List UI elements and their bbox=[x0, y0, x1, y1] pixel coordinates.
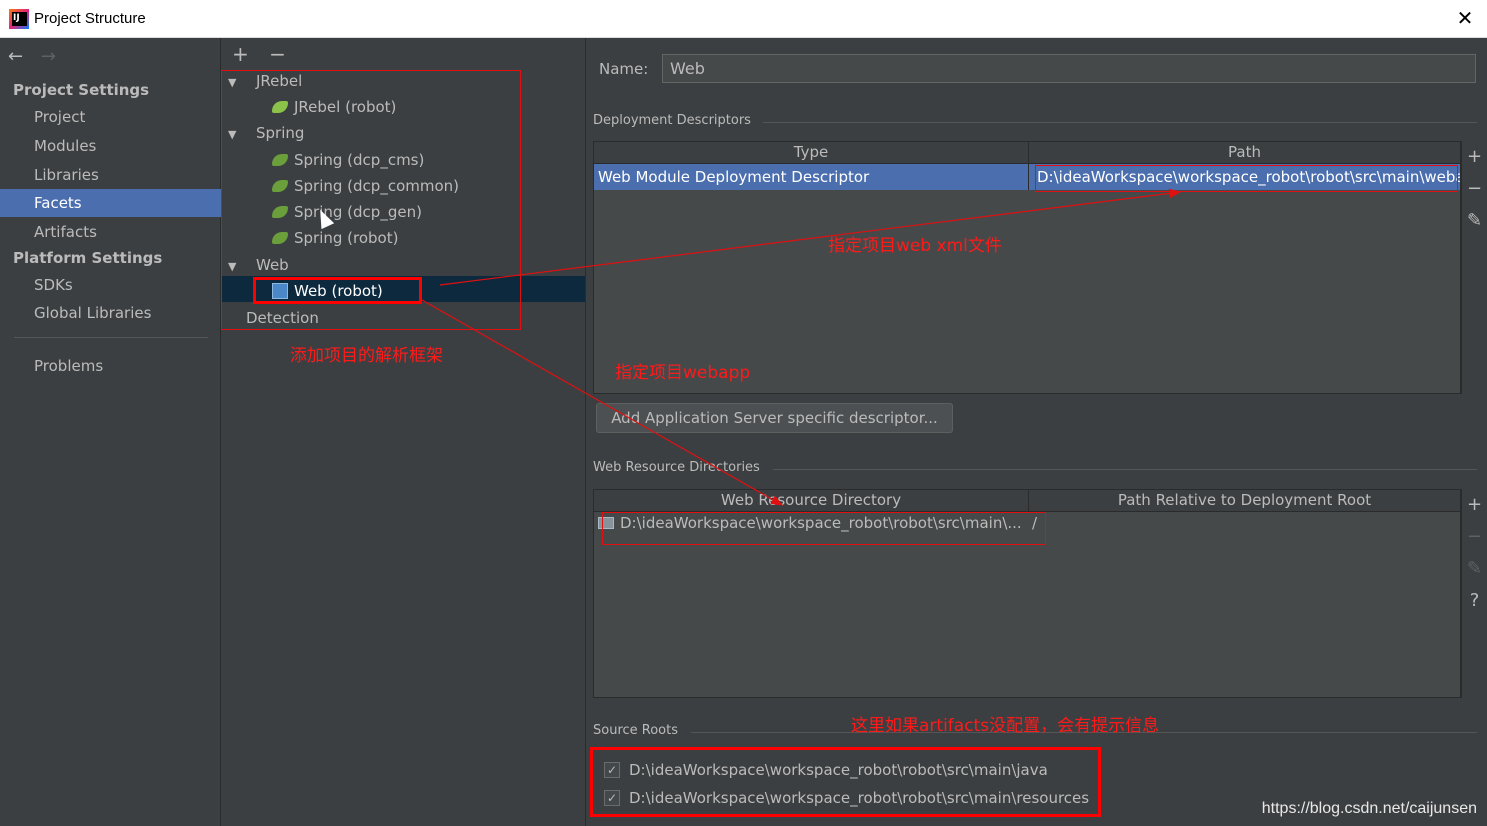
facet-name-input[interactable]: Web bbox=[662, 54, 1476, 83]
edit-descriptor-icon[interactable]: ✎ bbox=[1462, 205, 1487, 237]
annotation-frame-descriptor-path bbox=[1035, 165, 1458, 192]
platform-settings-header: Platform Settings bbox=[13, 249, 163, 267]
add-server-descriptor-button[interactable]: Add Application Server specific descript… bbox=[596, 403, 953, 433]
project-settings-header: Project Settings bbox=[13, 81, 150, 99]
column-header-relative-path[interactable]: Path Relative to Deployment Root bbox=[1028, 490, 1460, 512]
web-resource-directories-title: Web Resource Directories bbox=[593, 460, 760, 475]
add-descriptor-icon[interactable]: + bbox=[1462, 141, 1487, 173]
nav-item-artifacts[interactable]: Artifacts bbox=[0, 218, 221, 246]
section-divider bbox=[773, 469, 1477, 470]
back-arrow-icon[interactable]: ← bbox=[8, 46, 23, 67]
nav-item-sdks[interactable]: SDKs bbox=[0, 271, 221, 299]
help-icon[interactable]: ? bbox=[1462, 585, 1487, 617]
window-title: Project Structure bbox=[34, 10, 146, 27]
annotation-frame-web-robot bbox=[253, 277, 422, 304]
forward-arrow-icon[interactable]: → bbox=[41, 46, 56, 67]
nav-item-modules[interactable]: Modules bbox=[0, 132, 221, 160]
remove-directory-icon[interactable]: − bbox=[1462, 521, 1487, 553]
source-roots-title: Source Roots bbox=[593, 723, 679, 738]
edit-directory-icon[interactable]: ✎ bbox=[1462, 553, 1487, 585]
nav-item-problems[interactable]: Problems bbox=[0, 352, 221, 380]
watermark: https://blog.csdn.net/caijunsen bbox=[1261, 800, 1477, 817]
annotation-artifacts-hint: 这里如果artifacts没配置，会有提示信息 bbox=[851, 716, 1160, 736]
close-icon[interactable]: ✕ bbox=[1453, 6, 1477, 30]
name-label: Name: bbox=[599, 60, 649, 78]
remove-descriptor-icon[interactable]: − bbox=[1462, 173, 1487, 205]
nav-item-global-libraries[interactable]: Global Libraries bbox=[0, 299, 221, 327]
nav-divider bbox=[14, 337, 208, 338]
web-resource-side-toolbar: + − ✎ ? bbox=[1461, 489, 1487, 698]
intellij-app-icon bbox=[9, 9, 29, 29]
relative-path-cell[interactable]: / bbox=[1028, 510, 1460, 536]
nav-item-facets[interactable]: Facets bbox=[0, 189, 221, 217]
annotation-specify-webapp: 指定项目webapp bbox=[615, 363, 751, 383]
add-facet-icon[interactable]: + bbox=[232, 42, 249, 66]
annotation-frame-web-resource-dir bbox=[602, 512, 1046, 545]
nav-item-project[interactable]: Project bbox=[0, 103, 221, 131]
descriptor-side-toolbar: + − ✎ bbox=[1461, 141, 1487, 394]
title-bar: Project Structure ✕ bbox=[0, 0, 1487, 38]
settings-sidebar: ← → Project Settings Project Modules Lib… bbox=[0, 38, 221, 826]
deployment-descriptors-title: Deployment Descriptors bbox=[593, 113, 751, 128]
column-header-path[interactable]: Path bbox=[1028, 142, 1460, 164]
column-header-type[interactable]: Type bbox=[594, 142, 1028, 164]
tree-toolbar: + − bbox=[232, 42, 300, 66]
facet-settings-pane: Name: Web Deployment Descriptors Type Pa… bbox=[587, 38, 1487, 826]
annotation-frame-source-roots bbox=[590, 747, 1101, 817]
history-nav: ← → bbox=[8, 46, 56, 67]
add-directory-icon[interactable]: + bbox=[1462, 489, 1487, 521]
descriptor-type-cell[interactable]: Web Module Deployment Descriptor bbox=[594, 164, 1028, 190]
column-header-web-resource-directory[interactable]: Web Resource Directory bbox=[594, 490, 1028, 512]
annotation-add-framework: 添加项目的解析框架 bbox=[290, 346, 443, 366]
nav-item-libraries[interactable]: Libraries bbox=[0, 161, 221, 189]
section-divider bbox=[763, 122, 1477, 123]
annotation-specify-webxml: 指定项目web xml文件 bbox=[828, 236, 1002, 256]
remove-facet-icon[interactable]: − bbox=[269, 42, 286, 66]
